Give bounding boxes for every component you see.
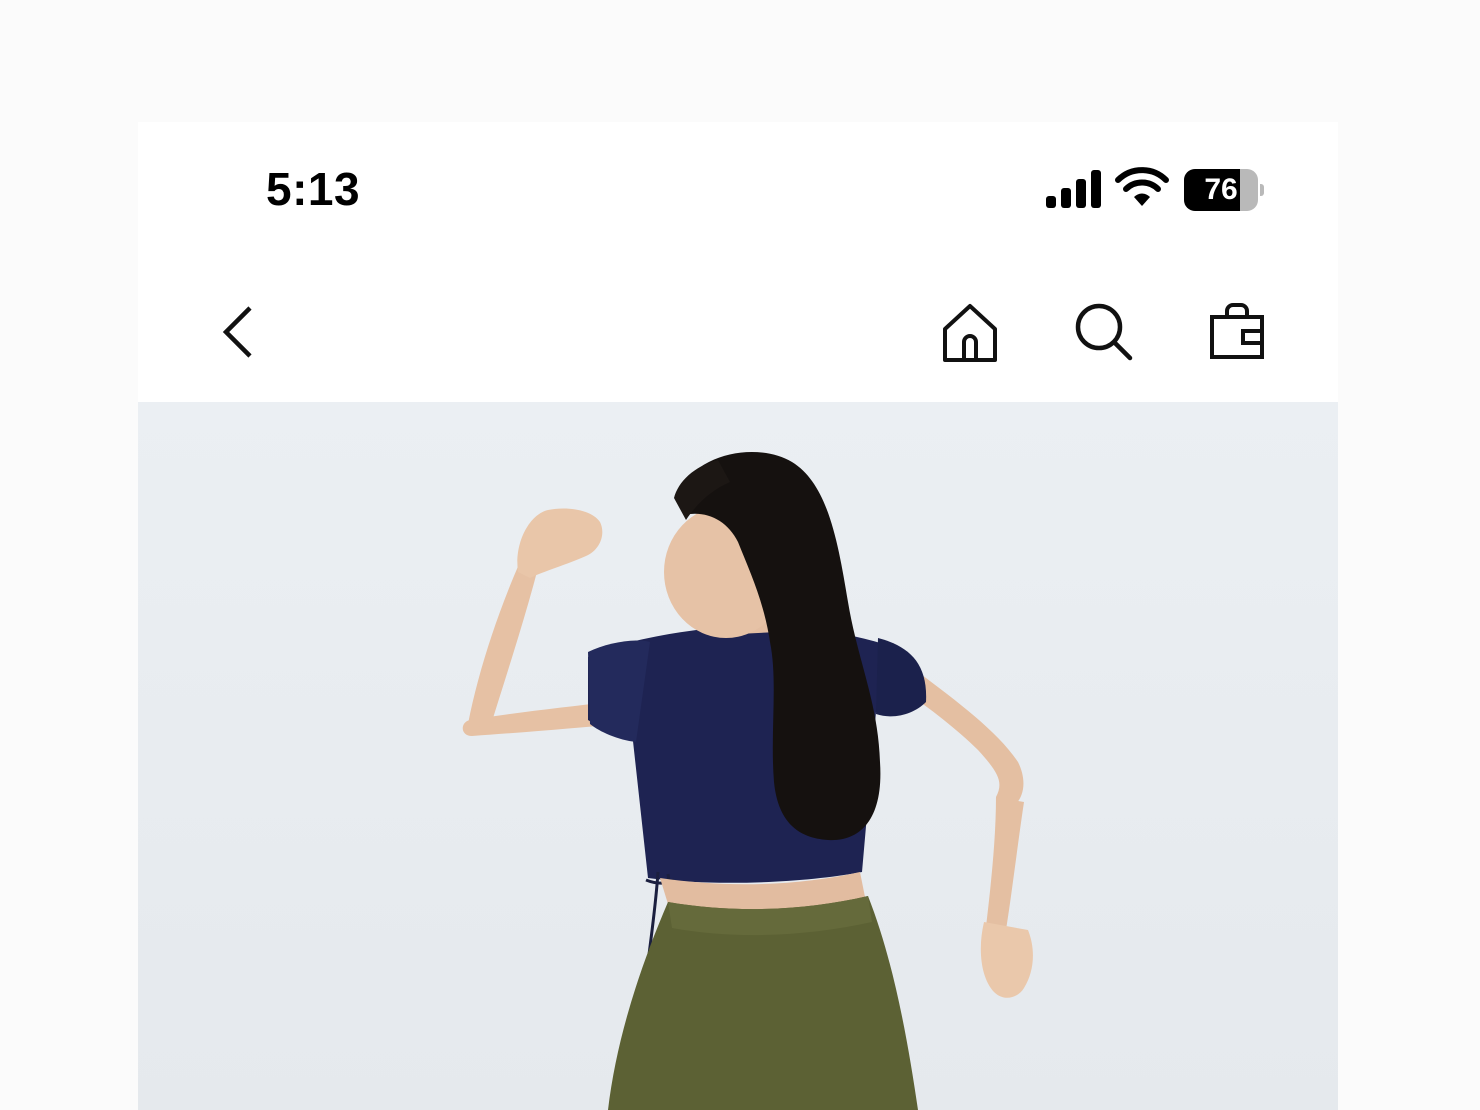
home-icon — [943, 304, 997, 362]
search-icon — [1075, 303, 1133, 361]
shopping-bag-button[interactable] — [1198, 292, 1278, 372]
phone-screen: 5:13 76 — [138, 122, 1338, 1110]
top-nav-bar — [138, 262, 1338, 402]
shopping-bag-icon — [1210, 303, 1264, 359]
battery-level: 76 — [1204, 173, 1238, 206]
status-bar: 5:13 76 — [138, 122, 1338, 262]
battery-icon: 76 — [1184, 169, 1264, 211]
product-photo[interactable] — [138, 402, 1338, 1110]
model-figure — [138, 402, 1338, 1110]
wifi-icon — [1115, 167, 1169, 206]
signal-icon — [1046, 170, 1101, 208]
status-time: 5:13 — [266, 163, 361, 215]
back-chevron-icon — [222, 306, 252, 358]
back-button[interactable] — [198, 292, 278, 372]
search-button[interactable] — [1064, 292, 1144, 372]
home-button[interactable] — [930, 294, 1010, 374]
